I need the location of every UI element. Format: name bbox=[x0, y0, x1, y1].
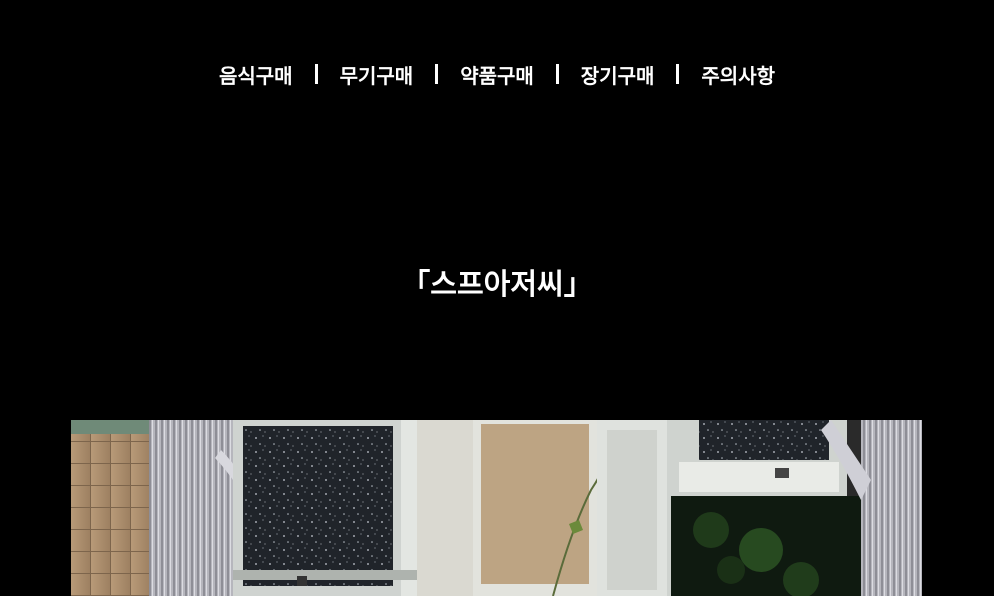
nav-link-medicine[interactable]: 약품구매 bbox=[460, 60, 534, 89]
nav-link-notice[interactable]: 주의사항 bbox=[701, 60, 775, 89]
nav-separator bbox=[555, 64, 559, 84]
main-nav: 음식구매 무기구매 약품구매 장기구매 주의사항 bbox=[0, 58, 994, 90]
right-curtain bbox=[861, 420, 922, 596]
nav-separator bbox=[676, 64, 680, 84]
left-curtain bbox=[149, 420, 233, 596]
window-photo bbox=[71, 420, 922, 596]
page-title: 「스프아저씨」 bbox=[401, 267, 593, 301]
nav-link-organs[interactable]: 장기구매 bbox=[581, 60, 655, 89]
nav-link-weapons[interactable]: 무기구매 bbox=[340, 60, 414, 89]
nav-separator bbox=[435, 64, 439, 84]
nav-separator bbox=[314, 64, 318, 84]
frosted-pane bbox=[243, 426, 393, 586]
tiled-wall bbox=[71, 420, 157, 596]
nav-link-food[interactable]: 음식구매 bbox=[219, 60, 293, 89]
